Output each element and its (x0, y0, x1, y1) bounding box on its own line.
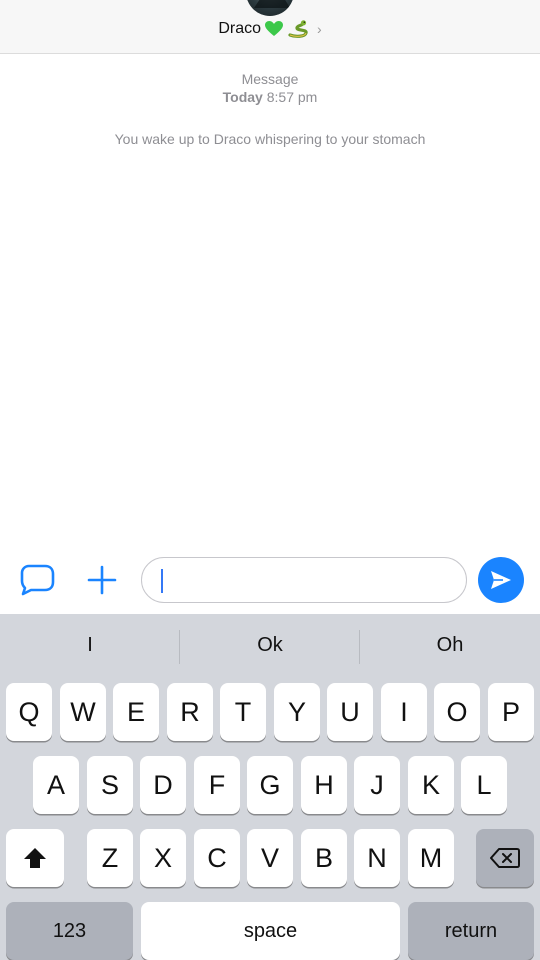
key-i[interactable]: I (381, 683, 427, 741)
backspace-icon (490, 848, 520, 868)
contact-name-button[interactable]: Draco › (0, 20, 540, 38)
suggestion-2[interactable]: Ok (180, 634, 360, 657)
plus-icon[interactable] (84, 562, 120, 598)
key-r[interactable]: R (167, 683, 213, 741)
key-v[interactable]: V (247, 829, 293, 887)
predictive-bar: I Ok Oh (0, 614, 540, 680)
compose-bar (0, 548, 540, 614)
chevron-right-icon: › (317, 21, 322, 37)
snake-icon (288, 20, 308, 38)
key-g[interactable]: G (247, 756, 293, 814)
delete-key[interactable] (476, 829, 534, 887)
key-d[interactable]: D (140, 756, 186, 814)
key-n[interactable]: N (354, 829, 400, 887)
conversation-header: Draco › (0, 0, 540, 54)
key-u[interactable]: U (327, 683, 373, 741)
key-f[interactable]: F (194, 756, 240, 814)
green-heart-icon (265, 21, 283, 36)
key-e[interactable]: E (113, 683, 159, 741)
keyboard: I Ok Oh Q W E R T Y U I O P A S D F G H … (0, 614, 540, 960)
key-o[interactable]: O (434, 683, 480, 741)
key-k[interactable]: K (408, 756, 454, 814)
message-input[interactable] (141, 557, 467, 603)
system-message: You wake up to Draco whispering to your … (114, 131, 426, 147)
text-cursor (161, 569, 163, 593)
key-w[interactable]: W (60, 683, 106, 741)
numbers-key[interactable]: 123 (6, 902, 133, 960)
shift-icon (24, 848, 46, 868)
key-p[interactable]: P (488, 683, 534, 741)
key-m[interactable]: M (408, 829, 454, 887)
space-key[interactable]: space (141, 902, 400, 960)
key-c[interactable]: C (194, 829, 240, 887)
key-s[interactable]: S (87, 756, 133, 814)
shift-key[interactable] (6, 829, 64, 887)
key-a[interactable]: A (33, 756, 79, 814)
suggestion-1[interactable]: I (0, 634, 180, 657)
key-h[interactable]: H (301, 756, 347, 814)
key-l[interactable]: L (461, 756, 507, 814)
key-j[interactable]: J (354, 756, 400, 814)
contact-avatar[interactable] (246, 0, 294, 16)
return-key[interactable]: return (408, 902, 534, 960)
message-bubble-icon[interactable] (18, 562, 58, 598)
key-z[interactable]: Z (87, 829, 133, 887)
send-button[interactable] (478, 557, 524, 603)
send-arrow-icon (491, 571, 511, 589)
key-q[interactable]: Q (6, 683, 52, 741)
message-timestamp: Message Today 8:57 pm (0, 70, 540, 106)
suggestion-3[interactable]: Oh (360, 634, 540, 657)
contact-name: Draco (218, 20, 261, 37)
time-label: 8:57 pm (266, 89, 318, 105)
key-b[interactable]: B (301, 829, 347, 887)
key-t[interactable]: T (220, 683, 266, 741)
day-label: Today (222, 89, 263, 105)
message-service-label: Message (241, 71, 299, 87)
date-time: Today 8:57 pm (0, 88, 540, 106)
key-y[interactable]: Y (274, 683, 320, 741)
key-x[interactable]: X (140, 829, 186, 887)
